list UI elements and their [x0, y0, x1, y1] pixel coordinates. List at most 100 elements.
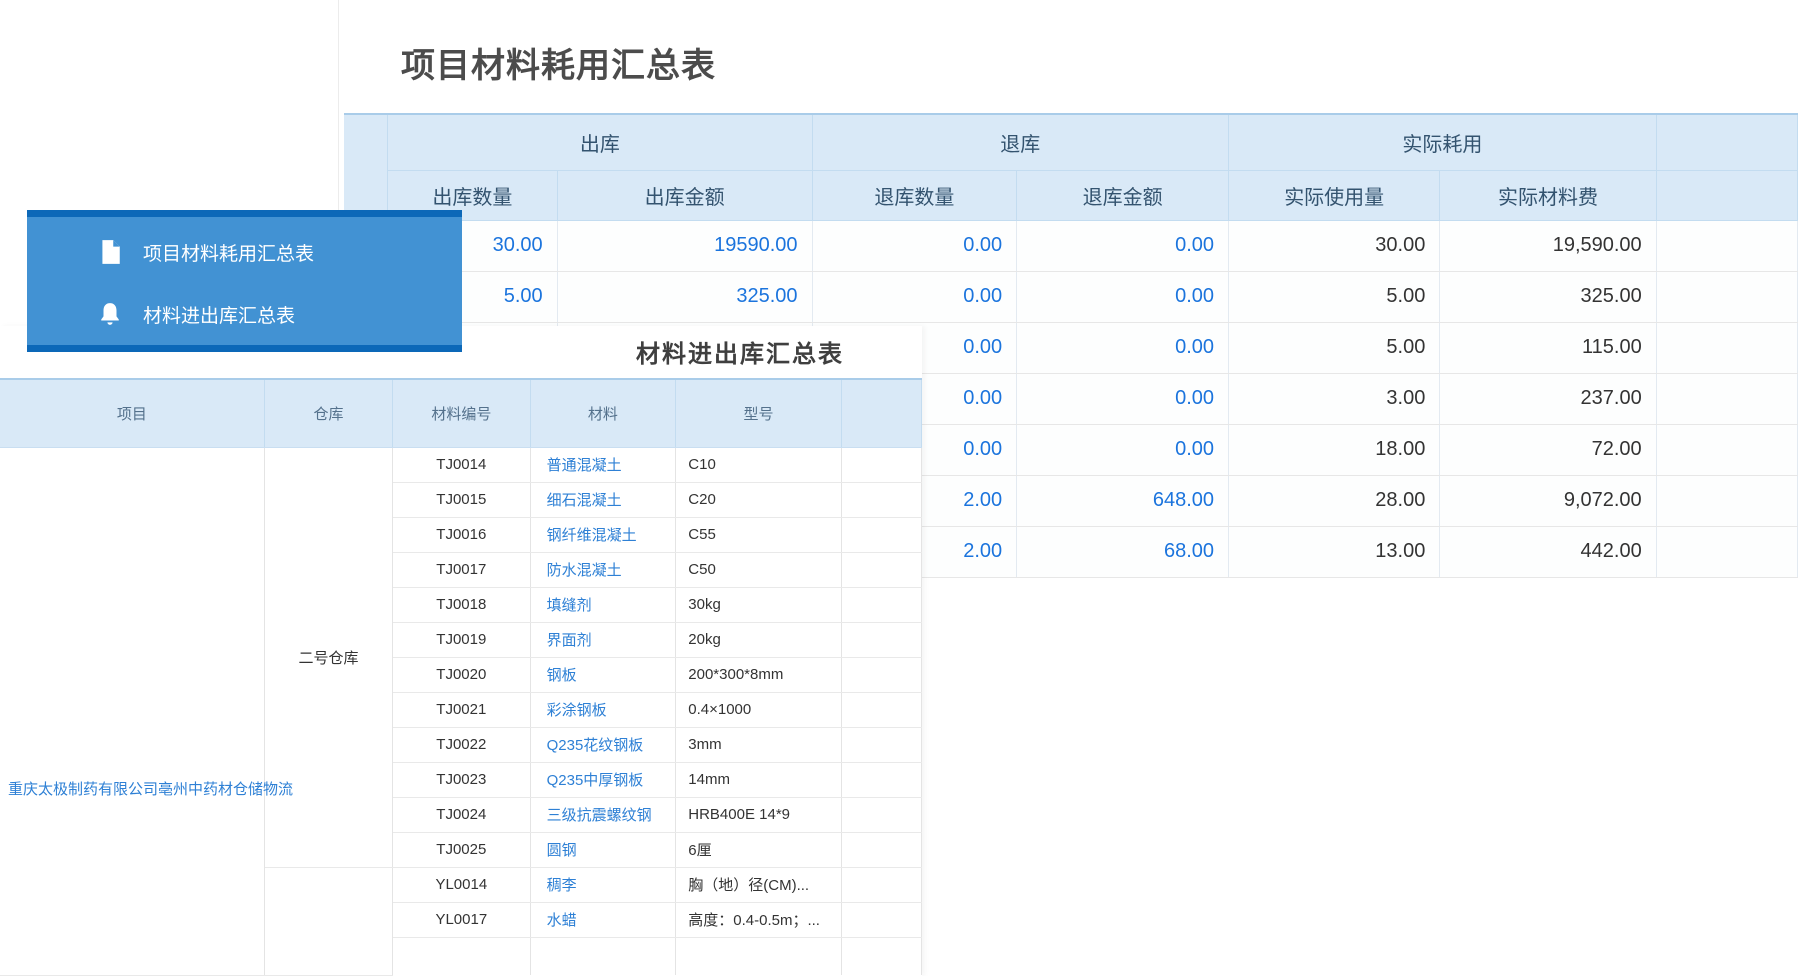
actual-usage-value: 5.00: [1229, 322, 1440, 373]
actual-cost-value: 442.00: [1440, 526, 1656, 577]
warehouse-link[interactable]: 二号仓库: [264, 447, 392, 867]
material-code: TJ0022: [393, 727, 531, 762]
material-code: TJ0025: [393, 832, 531, 867]
return-amount-value[interactable]: 0.00: [1017, 322, 1229, 373]
material-code: TJ0018: [393, 587, 531, 622]
model-value: 0.4×1000: [676, 692, 841, 727]
group-header-outbound: 出库: [388, 114, 812, 170]
empty-cell: [1656, 271, 1797, 322]
material-link[interactable]: 界面剂: [547, 632, 592, 649]
col-header-return-qty: 退库数量: [812, 170, 1017, 220]
col-header-actual-cost: 实际材料费: [1440, 170, 1656, 220]
material-link[interactable]: 水蜡: [547, 912, 577, 929]
model-value: 14mm: [676, 762, 841, 797]
material-link[interactable]: 稠李: [547, 877, 577, 894]
empty-cell: [841, 692, 921, 727]
material-link[interactable]: 三级抗震螺纹钢: [547, 807, 652, 824]
material-link[interactable]: 圆钢: [547, 842, 577, 859]
material-link[interactable]: 彩涂钢板: [547, 702, 607, 719]
actual-usage-value: 30.00: [1229, 220, 1440, 271]
material-code: TJ0023: [393, 762, 531, 797]
return-amount-value[interactable]: 0.00: [1017, 271, 1229, 322]
model-value: 30kg: [676, 587, 841, 622]
document-icon: [97, 239, 123, 265]
corner-header-cell: [344, 114, 388, 220]
material-link[interactable]: 防水混凝土: [547, 562, 622, 579]
return-qty-value[interactable]: 0.00: [812, 271, 1017, 322]
table-row: 重庆太极制药有限公司亳州中药材仓储物流 二号仓库 TJ0014 普通混凝土 C1…: [0, 447, 922, 482]
empty-cell: [841, 552, 921, 587]
model-value: 6厘: [676, 832, 841, 867]
actual-cost-value: 19,590.00: [1440, 220, 1656, 271]
bell-icon: [97, 301, 123, 327]
material-link[interactable]: 钢纤维混凝土: [547, 527, 637, 544]
empty-cell: [1656, 373, 1797, 424]
material-code: TJ0024: [393, 797, 531, 832]
col-header-material-code: 材料编号: [393, 379, 531, 447]
return-qty-value[interactable]: 0.00: [812, 220, 1017, 271]
consumption-report-title: 项目材料耗用汇总表: [401, 38, 716, 87]
report-menu: 项目材料耗用汇总表 材料进出库汇总表: [27, 210, 462, 352]
return-amount-value[interactable]: 0.00: [1017, 424, 1229, 475]
warehouse-cell: [264, 867, 392, 975]
col-header-project: 项目: [0, 379, 264, 447]
empty-cell: [393, 937, 531, 975]
project-link[interactable]: 重庆太极制药有限公司亳州中药材仓储物流: [8, 778, 296, 799]
group-header-cut: [1656, 114, 1797, 170]
material-code: TJ0017: [393, 552, 531, 587]
empty-cell: [1656, 220, 1797, 271]
empty-cell: [530, 937, 676, 975]
actual-cost-value: 325.00: [1440, 271, 1656, 322]
material-code: TJ0015: [393, 482, 531, 517]
material-link[interactable]: Q235花纹钢板: [547, 737, 644, 754]
table-row: 30.00 19590.00 0.00 0.00 30.00 19,590.00: [344, 220, 1798, 271]
return-amount-value[interactable]: 0.00: [1017, 220, 1229, 271]
model-value: 胸（地）径(CM)...: [676, 867, 841, 902]
model-value: 3mm: [676, 727, 841, 762]
empty-cell: [841, 587, 921, 622]
actual-cost-value: 72.00: [1440, 424, 1656, 475]
material-code: TJ0014: [393, 447, 531, 482]
return-amount-value[interactable]: 648.00: [1017, 475, 1229, 526]
material-code: TJ0019: [393, 622, 531, 657]
material-link[interactable]: 填缝剂: [547, 597, 592, 614]
return-amount-value[interactable]: 68.00: [1017, 526, 1229, 577]
model-value: HRB400E 14*9: [676, 797, 841, 832]
empty-cell: [841, 657, 921, 692]
empty-cell: [841, 867, 921, 902]
inout-report-sheet: 材料进出库汇总表 项目 仓库 材料编号 材料 型号 重庆太极: [0, 326, 922, 976]
material-link[interactable]: 普通混凝土: [547, 457, 622, 474]
outbound-amount-value[interactable]: 325.00: [557, 271, 812, 322]
inout-table: 项目 仓库 材料编号 材料 型号 重庆太极制药有限公司亳州中药材仓储物流 二号仓…: [0, 378, 922, 976]
empty-cell: [1656, 424, 1797, 475]
actual-usage-value: 3.00: [1229, 373, 1440, 424]
group-header-return: 退库: [812, 114, 1229, 170]
empty-cell: [841, 447, 921, 482]
table-row: 5.00 325.00 0.00 0.00 5.00 325.00: [344, 271, 1798, 322]
col-header-outbound-amount: 出库金额: [557, 170, 812, 220]
model-value: C55: [676, 517, 841, 552]
col-header-return-amount: 退库金额: [1017, 170, 1229, 220]
col-header-warehouse: 仓库: [264, 379, 392, 447]
model-value: C50: [676, 552, 841, 587]
empty-cell: [1656, 322, 1797, 373]
menu-item-consumption-report[interactable]: 项目材料耗用汇总表: [27, 221, 462, 283]
material-link[interactable]: 细石混凝土: [547, 492, 622, 509]
col-header-cut: [841, 379, 921, 447]
actual-usage-value: 28.00: [1229, 475, 1440, 526]
material-link[interactable]: Q235中厚钢板: [547, 772, 644, 789]
material-link[interactable]: 钢板: [547, 667, 577, 684]
return-amount-value[interactable]: 0.00: [1017, 373, 1229, 424]
empty-cell: [841, 762, 921, 797]
menu-item-inout-report[interactable]: 材料进出库汇总表: [27, 283, 462, 345]
material-code: YL0014: [393, 867, 531, 902]
model-value: 高度：0.4-0.5m；...: [676, 902, 841, 937]
empty-cell: [841, 902, 921, 937]
empty-cell: [841, 622, 921, 657]
empty-cell: [841, 727, 921, 762]
menu-item-label: 项目材料耗用汇总表: [143, 239, 314, 266]
outbound-amount-value[interactable]: 19590.00: [557, 220, 812, 271]
col-header-actual-usage: 实际使用量: [1229, 170, 1440, 220]
actual-cost-value: 237.00: [1440, 373, 1656, 424]
col-header-material: 材料: [530, 379, 676, 447]
